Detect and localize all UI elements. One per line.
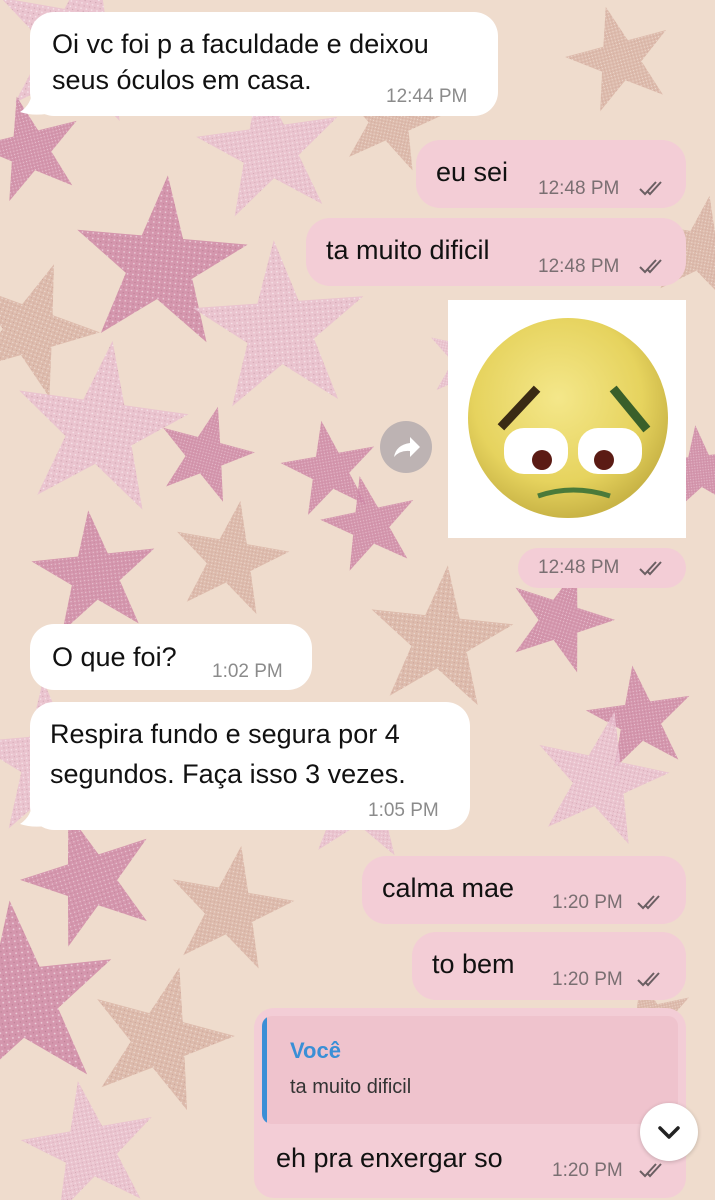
- message-time: 1:20 PM: [552, 1160, 623, 1181]
- forward-arrow-icon: [394, 437, 420, 457]
- outgoing-message[interactable]: to bem 1:20 PM: [412, 932, 686, 1000]
- double-check-icon: [637, 895, 660, 910]
- incoming-message[interactable]: Respira fundo e segura por 4 segundos. F…: [30, 702, 470, 830]
- message-text: eh pra enxergar so: [276, 1143, 503, 1173]
- chevron-down-icon: [658, 1126, 680, 1139]
- message-text: Oi vc foi p a faculdade e deixou seus óc…: [52, 29, 429, 95]
- message-time: 12:48 PM: [538, 557, 620, 578]
- reply-accent-bar: [262, 1016, 267, 1124]
- message-text: O que foi?: [52, 642, 177, 672]
- message-time: 1:20 PM: [552, 892, 623, 913]
- outgoing-message[interactable]: calma mae 1:20 PM: [362, 856, 686, 924]
- scroll-to-bottom-button[interactable]: [640, 1103, 698, 1161]
- message-time: 12:48 PM: [538, 178, 620, 199]
- worried-face-sticker[interactable]: [448, 300, 686, 538]
- message-text: Respira fundo e segura por 4 segundos. F…: [50, 719, 406, 789]
- worried-face-icon: [448, 300, 686, 538]
- message-time: 1:20 PM: [552, 969, 623, 990]
- message-text: to bem: [432, 949, 515, 979]
- message-text: ta muito dificil: [326, 235, 490, 265]
- reply-quoted-text: ta muito dificil: [290, 1076, 412, 1098]
- reply-author: Você: [290, 1038, 341, 1063]
- incoming-message[interactable]: O que foi? 1:02 PM: [30, 624, 312, 690]
- double-check-icon: [639, 259, 662, 274]
- forward-button[interactable]: [380, 421, 432, 473]
- message-time: 1:02 PM: [212, 661, 283, 682]
- message-time: 1:05 PM: [368, 800, 439, 821]
- sticker-time-badge: 12:48 PM: [518, 548, 686, 588]
- message-text: calma mae: [382, 873, 515, 903]
- message-text: eu sei: [436, 157, 509, 187]
- incoming-message[interactable]: Oi vc foi p a faculdade e deixou seus óc…: [30, 12, 498, 116]
- double-check-icon: [639, 181, 662, 196]
- outgoing-message[interactable]: eu sei 12:48 PM: [416, 140, 686, 208]
- double-check-icon: [639, 561, 662, 576]
- double-check-icon: [639, 1163, 662, 1178]
- message-time: 12:48 PM: [538, 256, 620, 277]
- quoted-reply[interactable]: Você ta muito dificil: [262, 1016, 678, 1124]
- message-time: 12:44 PM: [386, 86, 468, 107]
- double-check-icon: [637, 972, 660, 987]
- outgoing-message[interactable]: ta muito dificil 12:48 PM: [306, 218, 686, 286]
